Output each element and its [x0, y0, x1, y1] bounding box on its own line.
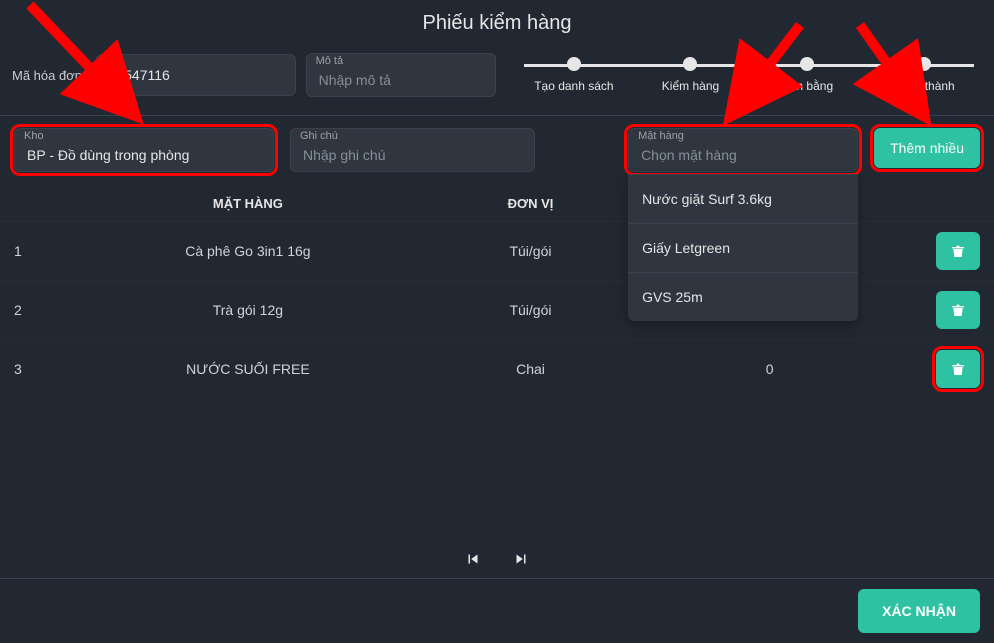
table-row: 3 NƯỚC SUỐI FREE Chai 0 [0, 339, 994, 398]
row-qty: 0 [639, 361, 900, 377]
confirm-button[interactable]: XÁC NHẬN [858, 589, 980, 633]
note-input[interactable] [290, 128, 535, 172]
col-unit: ĐƠN VỊ [422, 196, 639, 211]
page-first-button[interactable] [464, 550, 482, 571]
divider [0, 115, 994, 116]
trash-icon [950, 243, 966, 259]
row-item-name: Cà phê Go 3in1 16g [74, 243, 422, 259]
col-item: MẶT HÀNG [74, 196, 422, 211]
order-code-input[interactable] [96, 54, 296, 96]
step-create-list[interactable]: Tạo danh sách [516, 57, 633, 93]
dropdown-item[interactable]: GVS 25m [628, 272, 858, 321]
step-label: Hoàn thành [893, 79, 955, 93]
row-item-name: NƯỚC SUỐI FREE [74, 361, 422, 377]
row-unit: Chai [422, 361, 639, 377]
filter-row: Kho Ghi chú Mặt hàng Nước giặt Surf 3.6k… [0, 128, 994, 186]
step-label: Cân bằng [781, 79, 833, 93]
step-check[interactable]: Kiểm hàng [632, 57, 749, 93]
progress-stepper: Tạo danh sách Kiểm hàng Cân bằng Hoàn th… [516, 57, 982, 93]
row-index: 1 [14, 243, 74, 259]
step-label: Kiểm hàng [662, 79, 719, 93]
step-dot-icon [567, 57, 581, 71]
page-last-button[interactable] [512, 550, 530, 571]
delete-row-button[interactable] [936, 350, 980, 388]
delete-row-button[interactable] [936, 232, 980, 270]
step-complete[interactable]: Hoàn thành [865, 57, 982, 93]
trash-icon [950, 361, 966, 377]
step-label: Tạo danh sách [534, 79, 613, 93]
trash-icon [950, 302, 966, 318]
row-index: 2 [14, 302, 74, 318]
order-code-label: Mã hóa đơn: [12, 68, 86, 83]
row-unit: Túi/gói [422, 302, 639, 318]
dropdown-item[interactable]: Giấy Letgreen [628, 223, 858, 272]
item-dropdown: Nước giặt Surf 3.6kg Giấy Letgreen GVS 2… [628, 174, 858, 321]
step-balance[interactable]: Cân bằng [749, 57, 866, 93]
skip-next-icon [512, 550, 530, 568]
footer: XÁC NHẬN [0, 578, 994, 643]
step-dot-icon [917, 57, 931, 71]
add-many-button[interactable]: Thêm nhiều [874, 128, 980, 168]
dropdown-item[interactable]: Nước giặt Surf 3.6kg [628, 174, 858, 223]
row-item-name: Trà gói 12g [74, 302, 422, 318]
pagination [0, 550, 994, 571]
skip-previous-icon [464, 550, 482, 568]
delete-row-button[interactable] [936, 291, 980, 329]
top-row: Mã hóa đơn: Mô tả Tạo danh sách Kiểm hàn… [0, 53, 994, 115]
description-input[interactable] [306, 53, 496, 97]
warehouse-select[interactable] [14, 128, 274, 172]
page-title: Phiếu kiểm hàng [0, 0, 994, 53]
row-unit: Túi/gói [422, 243, 639, 259]
step-dot-icon [800, 57, 814, 71]
item-picker-input[interactable] [628, 128, 858, 172]
step-dot-icon [683, 57, 697, 71]
row-index: 3 [14, 361, 74, 377]
